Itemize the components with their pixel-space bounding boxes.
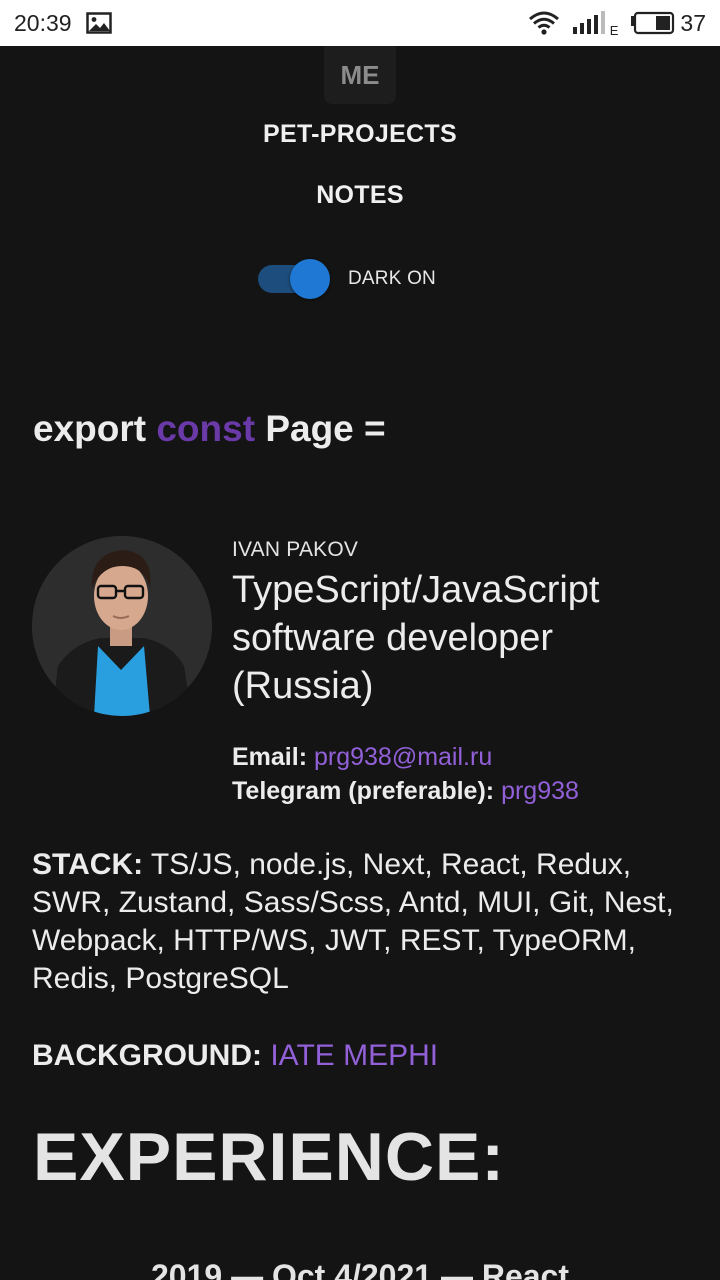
battery-level: 37 — [680, 9, 706, 36]
battery-icon — [630, 11, 676, 35]
avatar — [32, 536, 212, 716]
status-bar: 20:39 E 37 — [0, 0, 720, 46]
code-export-keyword: export — [33, 408, 147, 449]
background-label: BACKGROUND: — [32, 1039, 262, 1072]
wifi-icon — [528, 11, 560, 35]
status-bar-left: 20:39 — [14, 10, 112, 37]
image-notification-icon — [85, 12, 112, 34]
background-section: BACKGROUND: IATE MEPHI — [32, 1039, 438, 1073]
background-link[interactable]: IATE MEPHI — [270, 1039, 438, 1072]
theme-toggle-row: DARK ON — [256, 259, 436, 299]
telegram-row: Telegram (preferable): prg938 — [232, 774, 692, 808]
profile-name: IVAN PAKOV — [232, 538, 359, 561]
network-type-label: E — [609, 22, 619, 38]
code-const-keyword: const — [156, 408, 256, 449]
avatar-photo — [32, 536, 212, 716]
signal-icon — [572, 10, 608, 36]
experience-heading: EXPERIENCE: — [33, 1119, 505, 1195]
status-bar-right: E 37 — [528, 9, 706, 38]
email-label: Email: — [232, 743, 308, 771]
profile-info: IVAN PAKOV TypeScript/JavaScript softwar… — [232, 538, 692, 808]
profile-role: TypeScript/JavaScript software developer… — [232, 569, 600, 707]
telegram-label: Telegram (preferable): — [232, 777, 495, 805]
nav-item-me[interactable]: ME — [324, 46, 396, 104]
page-title: export const Page = — [33, 408, 386, 450]
status-time: 20:39 — [14, 9, 72, 36]
experience-item-title: 2019 — Oct 4/2021 — React — [150, 1258, 569, 1280]
email-row: Email: prg938@mail.ru — [232, 740, 692, 774]
email-link[interactable]: prg938@mail.ru — [314, 743, 492, 771]
toggle-knob[interactable] — [290, 259, 330, 299]
nav-item-pet-projects[interactable]: PET-PROJECTS — [0, 120, 720, 149]
dark-mode-toggle[interactable] — [256, 259, 332, 299]
nav-item-notes[interactable]: NOTES — [0, 181, 720, 210]
stack-section: STACK: TS/JS, node.js, Next, React, Redu… — [32, 846, 692, 998]
telegram-link[interactable]: prg938 — [501, 777, 579, 805]
code-page-identifier: Page = — [265, 408, 386, 449]
stack-label: STACK: — [32, 848, 144, 881]
dark-mode-label: DARK ON — [348, 268, 436, 289]
contacts: Email: prg938@mail.ru Telegram (preferab… — [232, 740, 692, 808]
